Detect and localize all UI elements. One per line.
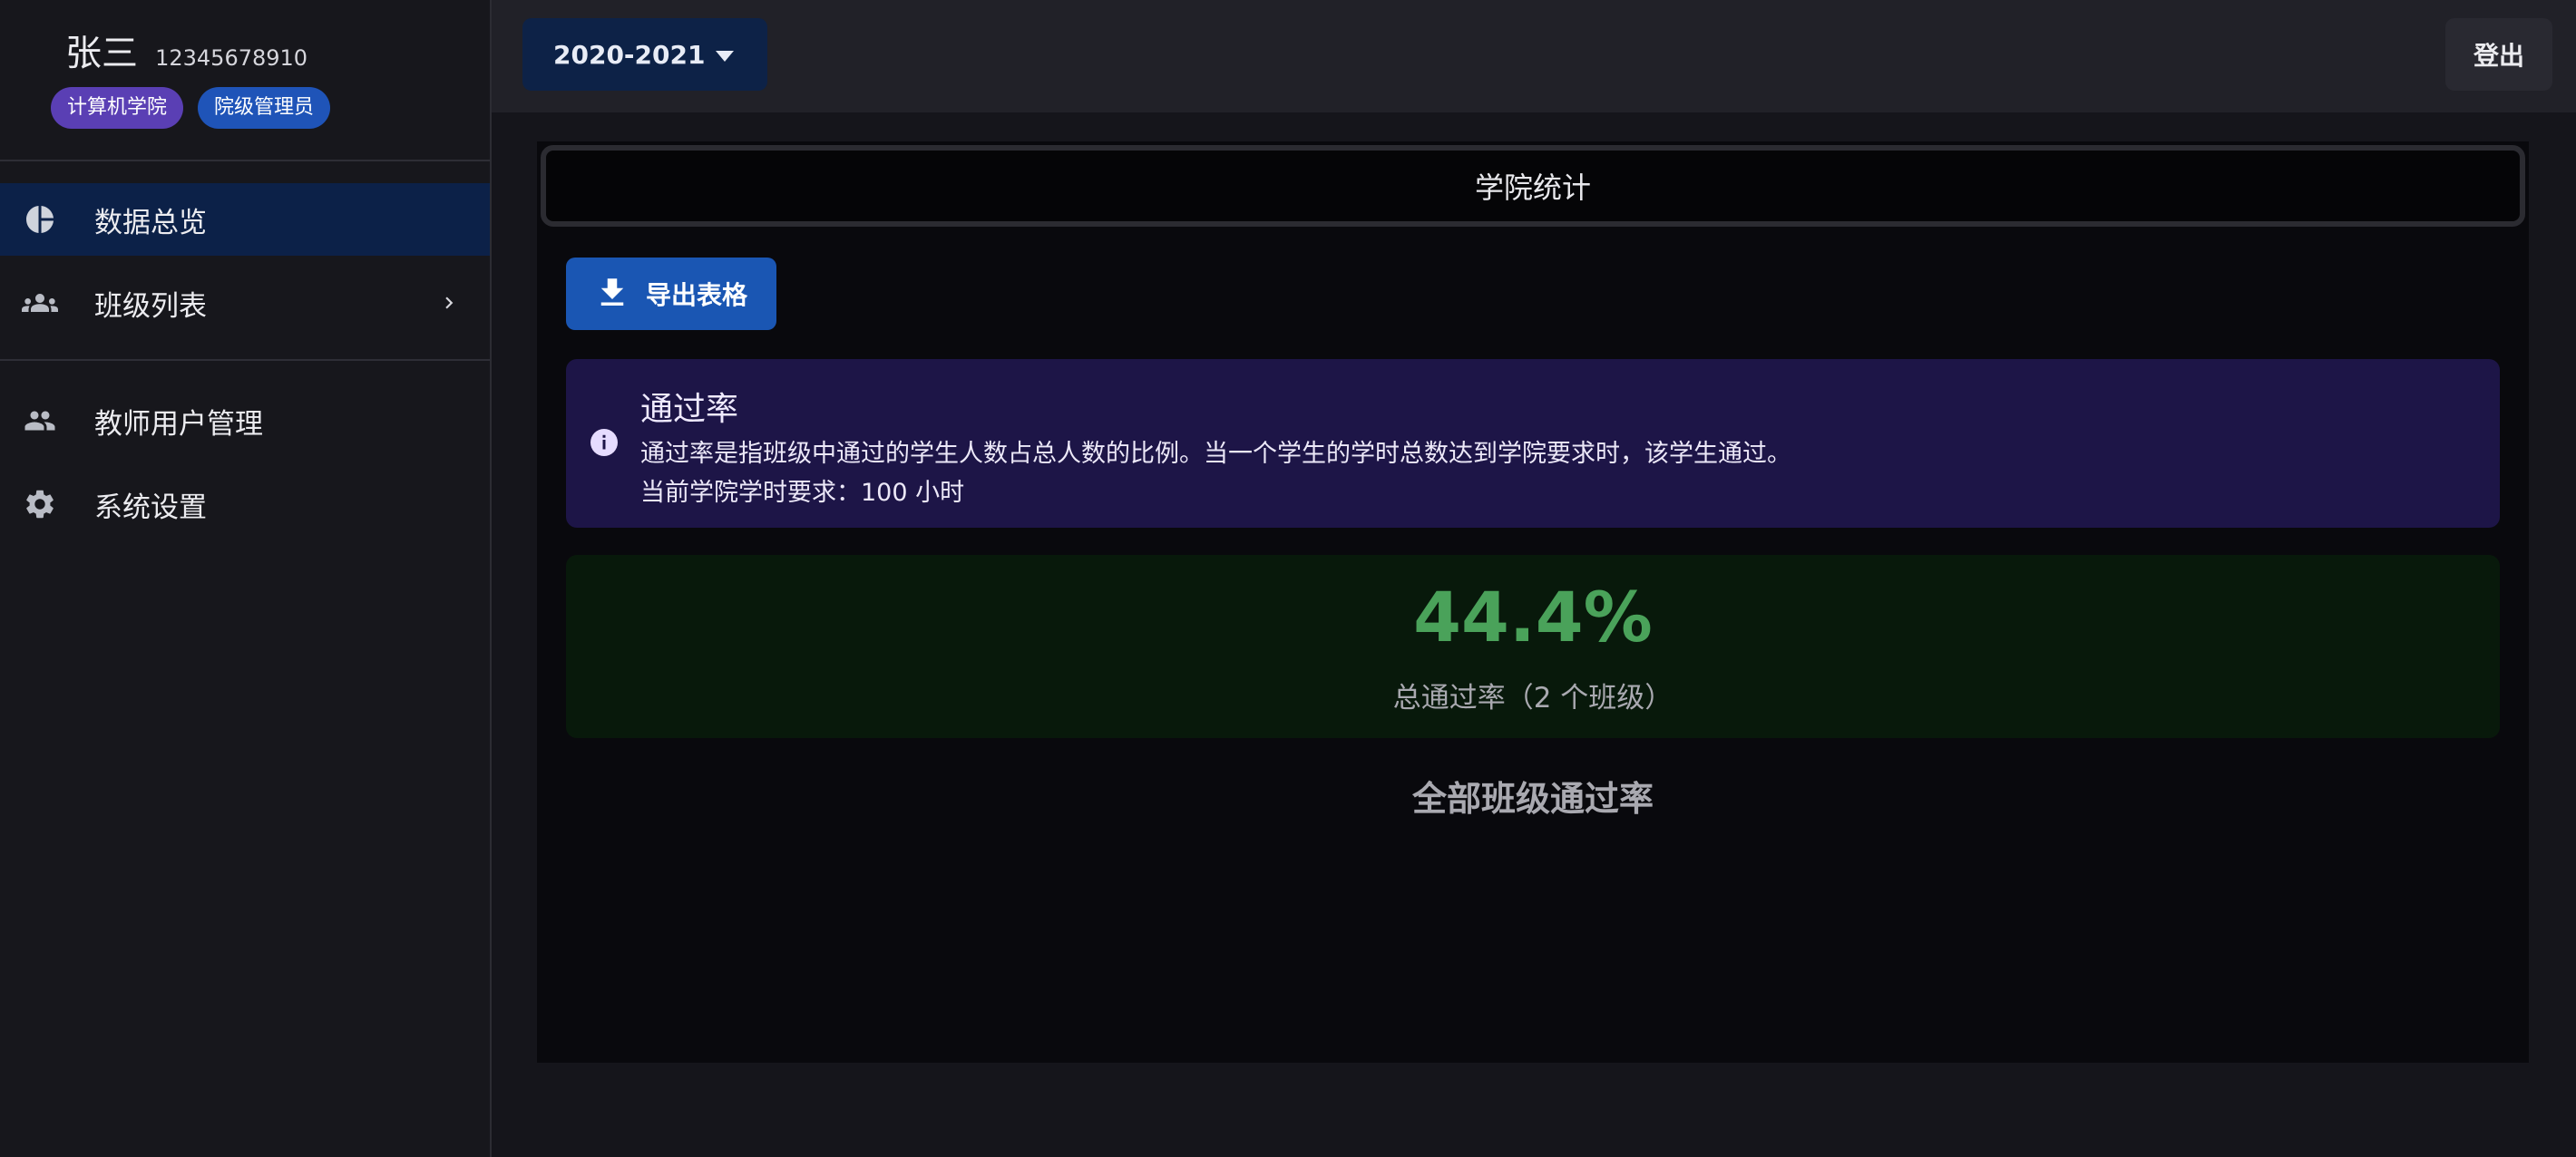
users-icon: [22, 403, 58, 439]
tab-label: 学院统计: [1474, 170, 1591, 205]
user-info: 张三 12345678910: [65, 24, 483, 76]
export-table-button[interactable]: 导出表格: [566, 258, 776, 330]
group-icon: [22, 285, 58, 321]
sidebar-item-label: 系统设置: [94, 491, 207, 524]
info-title: 通过率: [640, 391, 739, 428]
user-name: 张三: [65, 33, 138, 74]
pass-rate-info-alert: 通过率 通过率是指班级中通过的学生人数占总人数的比例。当一个学生的学时总数达到学…: [566, 359, 2500, 528]
sidebar-divider: [0, 160, 490, 161]
role-tag: 院级管理员: [198, 87, 331, 129]
academic-year-select[interactable]: 2020-2021: [522, 18, 767, 91]
user-tags: 计算机学院 院级管理员: [51, 87, 331, 129]
sidebar-item-settings[interactable]: 系统设置: [0, 468, 490, 540]
main-card: 学院统计 导出表格 通过率 通过率是指班级中通过的学生人数占总人数的比例。当一个…: [537, 141, 2529, 1063]
chart-title: 全部班级通过率: [1411, 779, 1654, 819]
logout-label: 登出: [2473, 41, 2524, 71]
sidebar-item-class-list[interactable]: 班级列表: [0, 267, 490, 339]
sidebar-item-label: 教师用户管理: [94, 407, 263, 441]
info-requirement: 当前学院学时要求：100 小时: [640, 479, 965, 507]
sidebar-item-label: 班级列表: [94, 289, 207, 323]
sidebar-item-label: 数据总览: [94, 206, 207, 239]
sidebar: 张三 12345678910 计算机学院 院级管理员 数据总览 班级列表 教师用…: [0, 0, 492, 1157]
info-icon: [588, 426, 620, 462]
pie-chart-icon: [22, 201, 58, 238]
sidebar-divider: [0, 359, 490, 361]
college-tag: 计算机学院: [51, 87, 184, 129]
top-bar: 2020-2021 登出: [492, 0, 2576, 112]
sidebar-item-overview[interactable]: 数据总览: [0, 183, 490, 256]
tab-college-statistics[interactable]: 学院统计: [541, 145, 2525, 227]
total-pass-rate-stat: 44.4% 总通过率（2 个班级）: [566, 555, 2500, 738]
total-pass-rate-value: 44.4%: [1413, 577, 1653, 657]
sidebar-item-teacher-users[interactable]: 教师用户管理: [0, 384, 490, 457]
gear-icon: [22, 486, 58, 522]
total-pass-rate-label: 总通过率（2 个班级）: [1392, 682, 1673, 715]
caret-down-icon: [715, 49, 735, 66]
info-description: 通过率是指班级中通过的学生人数占总人数的比例。当一个学生的学时总数达到学院要求时…: [640, 440, 1791, 468]
academic-year-value: 2020-2021: [553, 39, 706, 70]
chevron-right-icon: [437, 291, 461, 315]
user-phone: 12345678910: [155, 45, 308, 71]
logout-button[interactable]: 登出: [2445, 18, 2552, 91]
export-label: 导出表格: [646, 280, 748, 310]
class-pass-rate-chart: 计算机科学与技术1班计算机科学与技术2班010.0%20.0%30.0%40.0…: [537, 849, 2529, 1012]
download-icon: [593, 274, 631, 316]
